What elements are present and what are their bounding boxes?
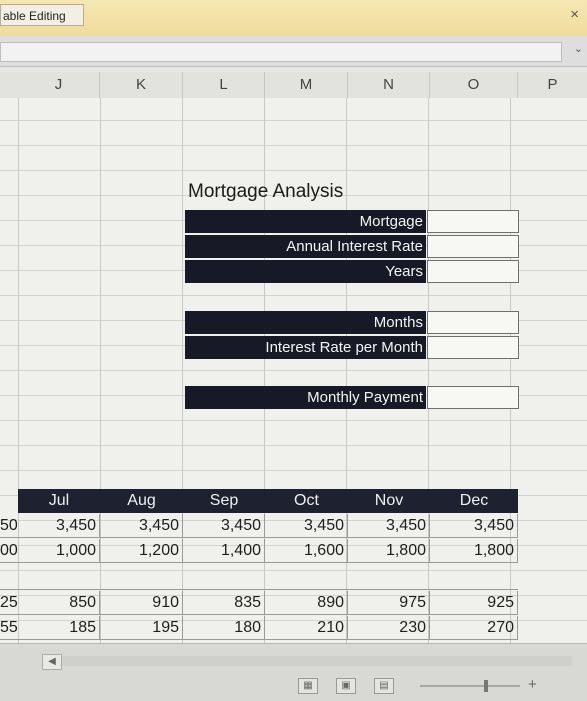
table-cell[interactable]: 230 — [348, 616, 430, 640]
table-cell[interactable]: 975 — [348, 591, 430, 615]
months-label: Months — [185, 311, 426, 334]
table-cell[interactable]: 3,450 — [348, 514, 430, 538]
table-cell[interactable]: 3,450 — [265, 514, 348, 538]
close-icon[interactable]: × — [570, 6, 579, 23]
years-input-cell[interactable] — [427, 260, 519, 283]
table-cell[interactable]: 890 — [265, 591, 348, 615]
month-header-aug[interactable]: Aug — [100, 489, 183, 513]
table-cell[interactable]: 3,450 — [100, 514, 183, 538]
table-cell[interactable]: 3,450 — [18, 514, 100, 538]
formula-input[interactable] — [0, 42, 562, 62]
partial-cell[interactable]: 00 — [0, 539, 18, 563]
table-cell[interactable]: 270 — [430, 616, 518, 640]
interest-rate-per-month-label: Interest Rate per Month — [185, 336, 426, 359]
table-cell[interactable]: 1,400 — [183, 539, 265, 563]
column-header-row: J K L M N O P — [0, 72, 587, 99]
years-label: Years — [185, 260, 426, 283]
month-header-nov[interactable]: Nov — [348, 489, 430, 513]
monthly-payment-label: Monthly Payment — [185, 386, 426, 409]
enable-editing-button[interactable]: able Editing — [0, 4, 84, 26]
normal-view-icon[interactable]: ▦ — [298, 678, 318, 694]
month-header-oct[interactable]: Oct — [265, 489, 348, 513]
table-cell[interactable]: 925 — [430, 591, 518, 615]
annual-interest-rate-label: Annual Interest Rate — [185, 235, 426, 258]
interest-rate-per-month-input-cell[interactable] — [427, 336, 519, 359]
page-layout-view-icon[interactable]: ▣ — [336, 678, 356, 694]
chevron-down-icon[interactable]: ⌄ — [574, 42, 583, 55]
scroll-left-button[interactable]: ◀ — [42, 654, 62, 670]
partial-cell[interactable]: 25 — [0, 591, 18, 615]
row-divider — [0, 589, 518, 590]
table-cell[interactable]: 1,800 — [348, 539, 430, 563]
column-header-m[interactable]: M — [265, 72, 348, 98]
zoom-slider[interactable] — [420, 685, 520, 687]
column-header-p[interactable]: P — [518, 72, 587, 98]
zoom-in-button[interactable]: + — [528, 676, 537, 693]
column-header-j[interactable]: J — [18, 72, 100, 98]
horizontal-scrollbar[interactable] — [62, 656, 572, 666]
table-cell[interactable]: 210 — [265, 616, 348, 640]
mortgage-label: Mortgage — [185, 210, 426, 233]
annual-interest-rate-input-cell[interactable] — [427, 235, 519, 258]
column-header-l[interactable]: L — [183, 72, 265, 98]
monthly-payment-input-cell[interactable] — [427, 386, 519, 409]
table-cell[interactable]: 850 — [18, 591, 100, 615]
column-header-n[interactable]: N — [348, 72, 430, 98]
table-cell[interactable]: 835 — [183, 591, 265, 615]
month-header-jul[interactable]: Jul — [18, 489, 100, 513]
table-cell[interactable]: 1,200 — [100, 539, 183, 563]
table-cell[interactable]: 3,450 — [183, 514, 265, 538]
status-bar: ◀ ▦ ▣ ▤ + — [0, 643, 587, 701]
table-cell[interactable]: 185 — [18, 616, 100, 640]
mortgage-input-cell[interactable] — [427, 210, 519, 233]
table-cell[interactable]: 1,600 — [265, 539, 348, 563]
partial-cell[interactable]: 55 — [0, 616, 18, 640]
column-header-o[interactable]: O — [430, 72, 518, 98]
partial-cell[interactable]: 50 — [0, 514, 18, 538]
column-header-k[interactable]: K — [100, 72, 183, 98]
formula-bar: ⌄ — [0, 36, 587, 67]
table-cell[interactable]: 195 — [100, 616, 183, 640]
zoom-slider-thumb[interactable] — [484, 680, 488, 692]
mortgage-analysis-title: Mortgage Analysis — [188, 181, 344, 202]
table-cell[interactable]: 910 — [100, 591, 183, 615]
page-break-view-icon[interactable]: ▤ — [374, 678, 394, 694]
table-cell[interactable]: 3,450 — [430, 514, 518, 538]
month-header-dec[interactable]: Dec — [430, 489, 518, 513]
month-header-sep[interactable]: Sep — [183, 489, 265, 513]
table-cell[interactable]: 1,800 — [430, 539, 518, 563]
table-cell[interactable]: 180 — [183, 616, 265, 640]
table-cell[interactable]: 1,000 — [18, 539, 100, 563]
protected-view-bar: able Editing × — [0, 0, 587, 37]
months-input-cell[interactable] — [427, 311, 519, 334]
